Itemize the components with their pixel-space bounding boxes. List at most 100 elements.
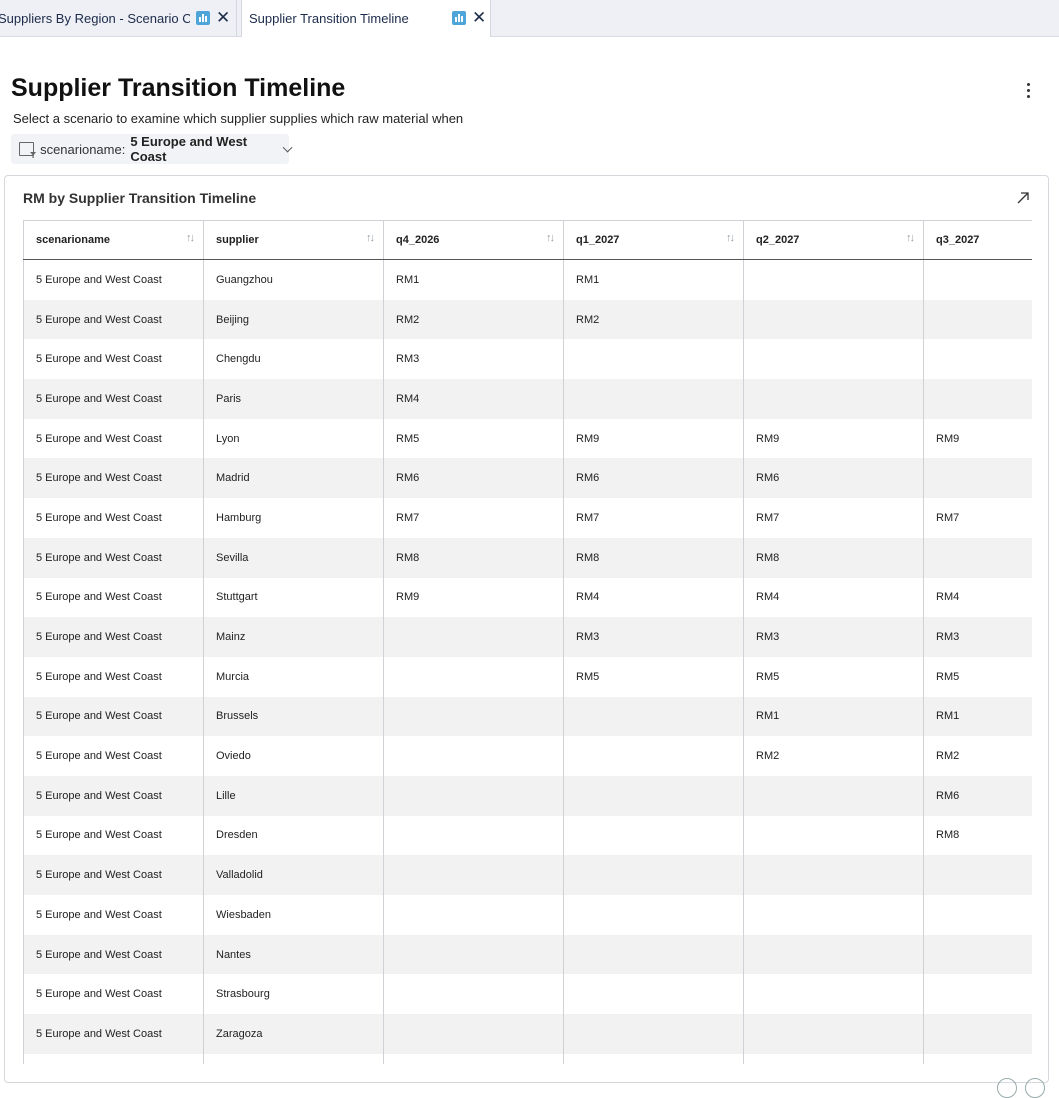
table-row[interactable] — [23, 1053, 1032, 1064]
table-row[interactable]: 5 Europe and West Coast Paris RM4 — [23, 379, 1032, 419]
table-cell: Brussels — [203, 696, 384, 737]
table-cell: Madrid — [203, 458, 384, 499]
table-cell — [563, 895, 744, 935]
table-cell — [563, 815, 744, 856]
table-row[interactable]: 5 Europe and West Coast Lyon RM5 RM9 RM9 RM9 — [23, 418, 1032, 459]
table-cell: RM5 — [383, 418, 564, 459]
table-row[interactable]: 5 Europe and West Coast Stuttgart RM9 RM4 RM… — [23, 577, 1032, 618]
table-row[interactable]: 5 Europe and West Coast Madrid RM6 RM6 RM6 — [23, 458, 1032, 499]
sort-icon[interactable]: ↑↓ — [906, 232, 915, 244]
table-cell — [923, 339, 1032, 380]
table-row[interactable]: 5 Europe and West Coast Nantes — [23, 934, 1032, 975]
data-table: scenarioname ↑↓ supplier ↑↓ q4_2026 ↑↓ q1_2027… — [23, 220, 1032, 1064]
table-cell: 5 Europe and West Coast — [23, 775, 204, 816]
table-cell: 5 Europe and West Coast — [23, 379, 204, 419]
table-row[interactable]: 5 Europe and West Coast Chengdu RM3 — [23, 339, 1032, 380]
table-row[interactable]: 5 Europe and West Coast Zaragoza — [23, 1014, 1032, 1054]
table-cell: 5 Europe and West Coast — [23, 458, 204, 499]
table-cell: Stuttgart — [203, 577, 384, 618]
table-cell: Lyon — [203, 418, 384, 459]
table-cell — [743, 1053, 924, 1064]
table-cell: RM1 — [743, 696, 924, 737]
column-header-label: scenarioname — [36, 234, 110, 246]
table-row[interactable]: 5 Europe and West Coast Dresden RM8 — [23, 815, 1032, 856]
table-cell — [563, 736, 744, 776]
table-row[interactable]: 5 Europe and West Coast Valladolid — [23, 855, 1032, 895]
filter-icon — [19, 142, 35, 156]
table-row[interactable]: 5 Europe and West Coast Guangzhou RM1 RM1 — [23, 259, 1032, 300]
table-cell: RM2 — [563, 299, 744, 340]
chevron-down-icon — [283, 142, 293, 152]
table-cell: Zaragoza — [203, 1014, 384, 1054]
column-header-3[interactable]: q1_2027 ↑↓ — [563, 220, 744, 260]
expand-icon[interactable] — [1015, 190, 1031, 206]
table-cell — [743, 855, 924, 895]
sort-icon[interactable]: ↑↓ — [546, 232, 555, 244]
tab-label: Supplier Transition Timeline — [249, 11, 409, 26]
table-cell — [923, 259, 1032, 300]
more-options-icon[interactable] — [1020, 80, 1036, 100]
page-title: Supplier Transition Timeline — [11, 74, 346, 102]
table-cell — [743, 339, 924, 380]
table-cell: 5 Europe and West Coast — [23, 299, 204, 340]
column-header-5[interactable]: q3_2027 — [923, 220, 1032, 260]
sort-icon[interactable]: ↑↓ — [366, 232, 375, 244]
bar-chart-icon — [196, 11, 210, 25]
table-cell: 5 Europe and West Coast — [23, 974, 204, 1015]
column-header-4[interactable]: q2_2027 ↑↓ — [743, 220, 924, 260]
table-cell — [743, 775, 924, 816]
table-cell — [563, 1014, 744, 1054]
tab-supplier-transition-timeline[interactable]: Supplier Transition Timeline ✕ — [241, 0, 491, 37]
table-row[interactable]: 5 Europe and West Coast Sevilla RM8 RM8 RM8 — [23, 537, 1032, 578]
table-row[interactable]: 5 Europe and West Coast Oviedo RM2 RM2 — [23, 736, 1032, 776]
table-cell: 5 Europe and West Coast — [23, 339, 204, 380]
table-row[interactable]: 5 Europe and West Coast Lille RM6 — [23, 775, 1032, 816]
table-cell: 5 Europe and West Coast — [23, 498, 204, 538]
table-cell: RM5 — [743, 656, 924, 697]
table-cell — [563, 934, 744, 975]
table-cell: RM9 — [743, 418, 924, 459]
help-controls[interactable] — [995, 1076, 1055, 1098]
sort-icon[interactable]: ↑↓ — [726, 232, 735, 244]
table-cell: RM8 — [743, 537, 924, 578]
table-cell: RM8 — [563, 537, 744, 578]
table-cell — [563, 339, 744, 380]
table-cell — [383, 855, 564, 895]
filter-value: 5 Europe and West Coast — [130, 134, 248, 164]
table-cell: RM5 — [923, 656, 1032, 697]
tab-suppliers-by-region[interactable]: Suppliers By Region - Scenario Compariso… — [0, 0, 237, 36]
sort-icon[interactable]: ↑↓ — [186, 232, 195, 244]
table-cell: 5 Europe and West Coast — [23, 617, 204, 657]
close-icon[interactable]: ✕ — [216, 9, 230, 26]
table-cell: Beijing — [203, 299, 384, 340]
table-row[interactable]: 5 Europe and West Coast Hamburg RM7 RM7 RM7 R… — [23, 498, 1032, 538]
table-cell — [383, 617, 564, 657]
table-row[interactable]: 5 Europe and West Coast Beijing RM2 RM2 — [23, 299, 1032, 340]
table-cell: RM6 — [743, 458, 924, 499]
table-cell: RM3 — [563, 617, 744, 657]
table-cell — [383, 656, 564, 697]
table-cell: RM1 — [383, 259, 564, 300]
table-cell — [203, 1053, 384, 1064]
panel-title: RM by Supplier Transition Timeline — [23, 190, 257, 206]
table-cell: RM3 — [743, 617, 924, 657]
table-row[interactable]: 5 Europe and West Coast Brussels RM1 RM1 — [23, 696, 1032, 737]
table-cell — [563, 775, 744, 816]
table-row[interactable]: 5 Europe and West Coast Mainz RM3 RM3 RM3 — [23, 617, 1032, 657]
table-row[interactable]: 5 Europe and West Coast Wiesbaden — [23, 895, 1032, 935]
table-row[interactable]: 5 Europe and West Coast Strasbourg — [23, 974, 1032, 1015]
table-cell — [923, 855, 1032, 895]
column-header-label: q2_2027 — [756, 234, 800, 246]
table-cell — [383, 974, 564, 1015]
table-cell — [923, 974, 1032, 1015]
scenario-filter[interactable]: scenarioname: 5 Europe and West Coast — [11, 134, 293, 164]
table-cell: RM9 — [563, 418, 744, 459]
table-cell: RM2 — [923, 736, 1032, 776]
column-header-0[interactable]: scenarioname ↑↓ — [23, 220, 204, 260]
data-table-viewport[interactable]: scenarioname ↑↓ supplier ↑↓ q4_2026 ↑↓ q1_2027… — [23, 220, 1032, 1064]
close-icon[interactable]: ✕ — [472, 9, 486, 26]
table-cell: RM4 — [563, 577, 744, 618]
column-header-1[interactable]: supplier ↑↓ — [203, 220, 384, 260]
table-row[interactable]: 5 Europe and West Coast Murcia RM5 RM5 RM5 — [23, 656, 1032, 697]
column-header-2[interactable]: q4_2026 ↑↓ — [383, 220, 564, 260]
